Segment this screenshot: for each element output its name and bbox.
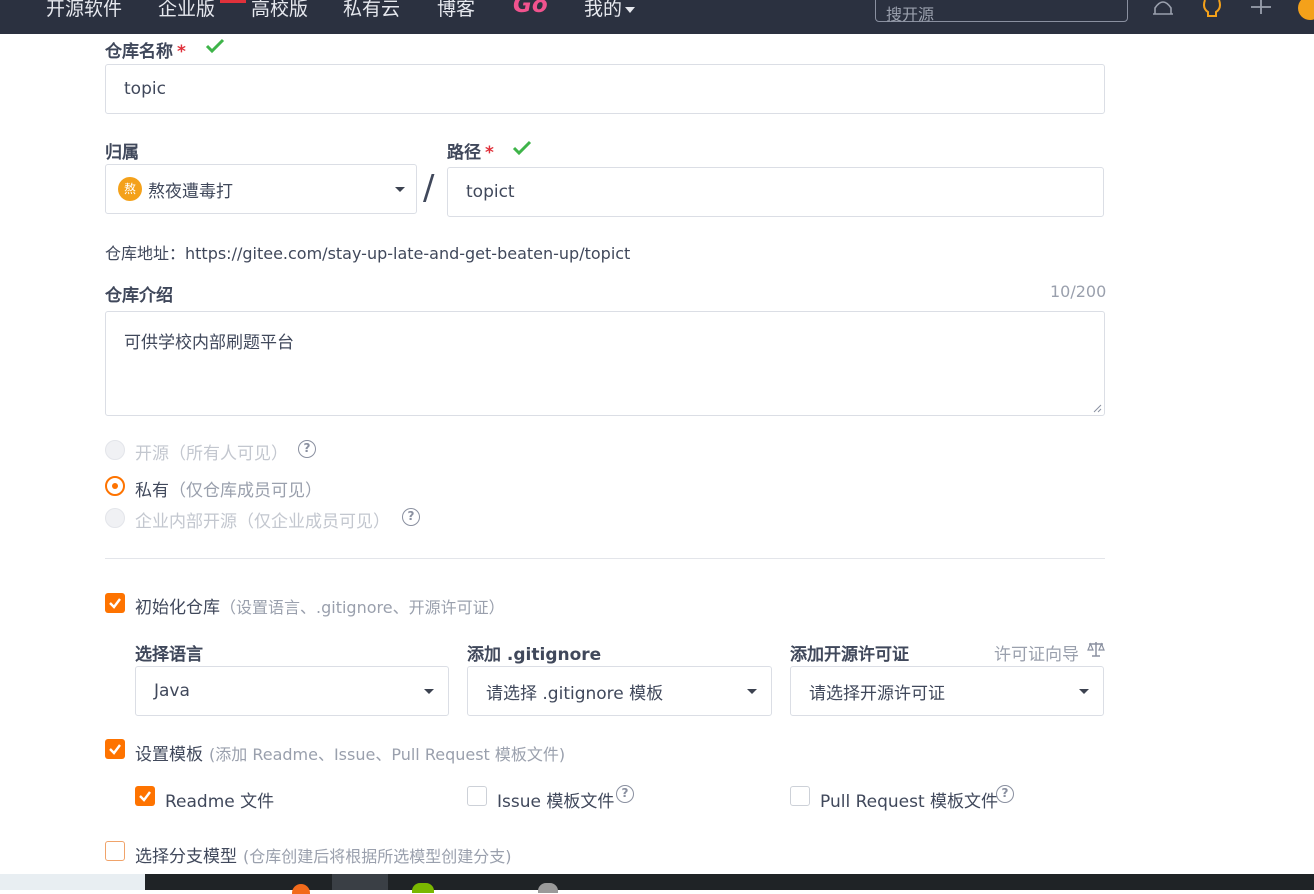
help-icon[interactable]: ? <box>616 785 634 803</box>
readme-checkbox[interactable] <box>135 786 155 806</box>
resize-handle-icon[interactable] <box>1092 403 1102 413</box>
path-label: 路径 * <box>447 138 494 163</box>
required-mark: * <box>485 143 494 163</box>
init-repo-label[interactable]: 初始化仓库（设置语言、.gitignore、开源许可证） <box>135 593 505 618</box>
nav-enterprise[interactable]: 企业版 <box>158 0 215 21</box>
templates-label[interactable]: 设置模板 (添加 Readme、Issue、Pull Request 模板文件) <box>135 740 565 765</box>
repo-name-input[interactable]: topic <box>105 64 1105 114</box>
checkmark-icon <box>109 598 121 609</box>
taskbar-active-app[interactable] <box>332 874 388 890</box>
search-input[interactable]: 搜开源 <box>875 0 1128 24</box>
radio-open-source-text: 开源 <box>135 444 169 464</box>
license-guide-text: 许可证向导 <box>994 645 1079 665</box>
nav-open-source[interactable]: 开源软件 <box>46 0 122 21</box>
branch-model-checkbox[interactable] <box>105 841 125 861</box>
bell-icon[interactable] <box>1152 0 1174 20</box>
radio-private-label[interactable]: 私有（仅仓库成员可见） <box>135 476 322 501</box>
repo-name-label: 仓库名称 * <box>105 37 186 62</box>
section-divider <box>105 558 1105 559</box>
license-select[interactable]: 请选择开源许可证 <box>790 666 1104 716</box>
pr-template-label[interactable]: Pull Request 模板文件 <box>820 787 998 812</box>
path-input[interactable]: topict <box>447 167 1104 217</box>
owner-select[interactable]: 熬 熬夜遭毒打 <box>105 164 417 214</box>
repo-name-label-text: 仓库名称 <box>105 42 173 62</box>
owner-avatar: 熬 <box>118 177 142 201</box>
license-value: 请选择开源许可证 <box>809 683 945 704</box>
taskbar-start-area[interactable] <box>0 874 145 890</box>
plus-icon[interactable] <box>1250 0 1272 20</box>
license-guide-link[interactable]: 许可证向导 <box>994 640 1079 665</box>
radio-open-source <box>105 440 125 460</box>
init-repo-text: 初始化仓库 <box>135 598 220 618</box>
issue-template-label[interactable]: Issue 模板文件 <box>497 787 614 812</box>
branch-model-text: 选择分支模型 <box>135 847 237 867</box>
valid-check-icon <box>205 38 225 54</box>
pr-template-checkbox[interactable] <box>790 786 810 806</box>
nav-private-cloud[interactable]: 私有云 <box>343 0 400 21</box>
language-value: Java <box>154 681 190 701</box>
radio-enterprise-text: 企业内部开源 <box>135 512 237 532</box>
gitignore-select[interactable]: 请选择 .gitignore 模板 <box>467 666 772 716</box>
branch-model-label[interactable]: 选择分支模型 (仓库创建后将根据所选模型创建分支) <box>135 842 512 867</box>
chevron-down-icon <box>424 689 434 694</box>
templates-text: 设置模板 <box>135 745 203 765</box>
help-icon[interactable]: ? <box>402 508 420 526</box>
taskbar-app-icon[interactable] <box>412 883 434 893</box>
os-taskbar <box>0 874 1314 894</box>
intro-label: 仓库介绍 <box>105 286 173 306</box>
checkmark-icon <box>109 744 121 755</box>
nav-education[interactable]: 高校版 <box>251 0 308 21</box>
radio-private-text: 私有 <box>135 481 169 501</box>
help-icon[interactable]: ? <box>298 440 316 458</box>
checkmark-icon <box>139 791 151 802</box>
help-icon[interactable]: ? <box>996 785 1014 803</box>
chevron-down-icon <box>1079 689 1089 694</box>
path-separator: / <box>423 168 435 208</box>
init-repo-checkbox[interactable] <box>105 593 125 613</box>
chevron-down-icon <box>395 187 405 192</box>
radio-enterprise-internal <box>105 508 125 528</box>
nav-blog[interactable]: 博客 <box>437 0 475 21</box>
nav-mine-label: 我的 <box>584 0 623 20</box>
radio-enterprise-hint: （仅企业成员可见） <box>237 512 390 532</box>
owner-label: 归属 <box>105 143 139 163</box>
gitignore-label: 添加 .gitignore <box>467 645 602 665</box>
radio-open-source-hint: （所有人可见） <box>169 444 288 464</box>
language-label: 选择语言 <box>135 645 203 665</box>
templates-checkbox[interactable] <box>105 739 125 759</box>
nav-go[interactable]: Go <box>513 0 548 18</box>
issue-template-checkbox[interactable] <box>467 786 487 806</box>
radio-open-source-label: 开源（所有人可见） <box>135 439 288 464</box>
taskbar-app-icon[interactable] <box>538 883 558 893</box>
user-avatar[interactable] <box>1298 0 1314 20</box>
intro-counter: 10/200 <box>1050 282 1107 301</box>
intro-textarea[interactable]: 可供学校内部刷题平台 <box>105 311 1105 416</box>
top-nav: 开源软件 企业版 高校版 私有云 博客 Go 我的 搜开源 <box>0 0 1314 34</box>
repo-address: 仓库地址：https://gitee.com/stay-up-late-and-… <box>105 244 631 263</box>
nav-new-badge <box>220 0 246 3</box>
init-repo-hint: （设置语言、.gitignore、开源许可证） <box>220 598 505 617</box>
owner-value: 熬夜遭毒打 <box>148 181 233 202</box>
scale-icon <box>1087 642 1105 657</box>
chevron-down-icon <box>747 689 757 694</box>
gitignore-value: 请选择 .gitignore 模板 <box>486 683 664 704</box>
templates-hint: (添加 Readme、Issue、Pull Request 模板文件) <box>209 745 566 764</box>
radio-private-hint: （仅仓库成员可见） <box>169 481 322 501</box>
taskbar-app-icon[interactable] <box>292 884 310 894</box>
license-label: 添加开源许可证 <box>790 645 909 665</box>
radio-private[interactable] <box>105 476 125 496</box>
branch-model-hint: (仓库创建后将根据所选模型创建分支) <box>243 847 512 866</box>
lightbulb-icon[interactable] <box>1200 0 1224 20</box>
path-label-text: 路径 <box>447 143 481 163</box>
language-select[interactable]: Java <box>135 666 449 716</box>
chevron-down-icon <box>625 6 636 13</box>
radio-enterprise-label: 企业内部开源（仅企业成员可见） <box>135 507 390 532</box>
required-mark: * <box>177 42 186 62</box>
readme-label[interactable]: Readme 文件 <box>165 787 274 812</box>
nav-mine[interactable]: 我的 <box>584 0 636 21</box>
valid-check-icon <box>512 140 532 156</box>
